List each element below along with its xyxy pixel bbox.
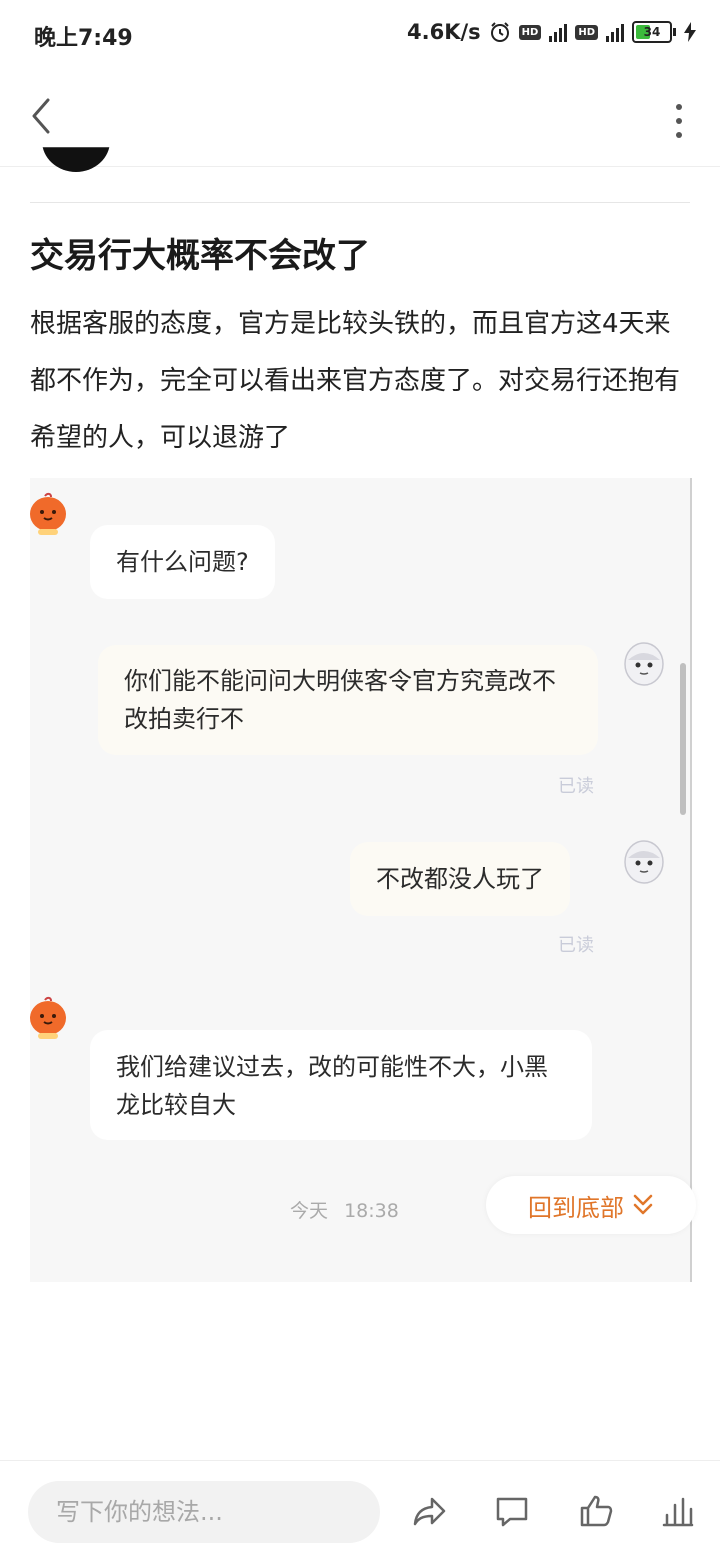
post-title: 交易行大概率不会改了	[30, 236, 370, 276]
battery-level: 34	[643, 25, 661, 39]
bottom-action-bar	[0, 1460, 720, 1561]
charging-icon	[684, 22, 696, 42]
hd-icon: HD	[518, 24, 542, 40]
status-time: 晚上7:49	[34, 26, 133, 51]
signal-icon	[549, 22, 568, 42]
network-speed: 4.6K/s	[407, 20, 481, 44]
hd-icon: HD	[575, 24, 598, 40]
post-body: 根据客服的态度，官方是比较头铁的，而且官方这4天来都不作为，完全可以看出来官方态…	[30, 309, 681, 453]
user-avatar-icon	[624, 840, 664, 884]
alarm-icon	[490, 22, 509, 42]
comment-input[interactable]	[28, 1481, 380, 1543]
more-icon[interactable]	[674, 104, 684, 138]
read-receipt: 已读	[558, 776, 594, 797]
bot-avatar-icon	[30, 492, 66, 535]
signal-icon	[606, 22, 624, 42]
battery-icon: 34	[632, 21, 676, 43]
bot-avatar-icon	[30, 996, 66, 1039]
time-day: 今天	[290, 1200, 329, 1222]
chat-timestamp: 今天 18:38	[260, 1196, 399, 1223]
top-nav-bar	[0, 68, 720, 167]
chat-bubble-right: 你们能不能问问大明侠客令官方究竟改不改拍卖行不	[98, 645, 598, 755]
status-bar: 晚上7:49 4.6K/s HD HD 34	[0, 0, 720, 68]
read-receipt: 已读	[558, 935, 594, 956]
back-to-bottom-button[interactable]: 回到底部	[486, 1176, 696, 1234]
back-to-bottom-label: 回到底部	[528, 1193, 624, 1222]
divider	[30, 202, 690, 203]
scrollbar	[680, 663, 686, 815]
chat-bubble-left: 有什么问题?	[90, 525, 275, 599]
time-value: 18:38	[344, 1200, 399, 1222]
back-icon[interactable]	[28, 96, 56, 136]
share-icon[interactable]	[412, 1493, 448, 1529]
double-chevron-down-icon	[633, 1194, 653, 1215]
chat-bubble-right: 不改都没人玩了	[350, 842, 570, 916]
user-avatar-icon	[624, 642, 664, 686]
chat-bubble-left: 我们给建议过去，改的可能性不大，小黑龙比较自大	[90, 1030, 592, 1140]
stats-icon[interactable]	[660, 1493, 696, 1529]
like-icon[interactable]	[578, 1493, 614, 1529]
comment-icon[interactable]	[494, 1493, 530, 1529]
status-indicators: 4.6K/s HD HD 34	[407, 20, 696, 44]
